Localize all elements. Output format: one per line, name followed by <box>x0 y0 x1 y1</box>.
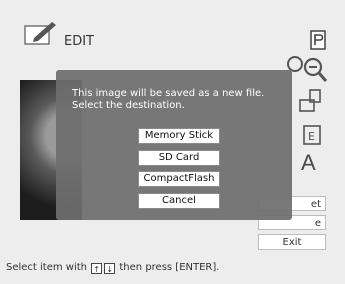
zoom-in-icon[interactable] <box>302 56 328 84</box>
compactflash-button[interactable]: CompactFlash <box>138 171 220 187</box>
print-icon[interactable] <box>310 30 326 50</box>
save-destination-dialog: This image will be saved as a new file. … <box>56 70 292 220</box>
sd-card-button[interactable]: SD Card <box>138 150 220 166</box>
status-hint: Select item with ↑ ↓ then press [ENTER]. <box>6 262 219 274</box>
font-icon[interactable]: A <box>301 152 316 174</box>
status-prefix: Select item with <box>6 262 88 273</box>
edit-screen: EDIT E A et e Exit Select item with ↑ ↓ t… <box>0 0 345 284</box>
memory-stick-button[interactable]: Memory Stick <box>138 128 220 144</box>
rotate-icon[interactable] <box>296 88 324 114</box>
exit-button[interactable]: Exit <box>258 234 326 250</box>
page-title: EDIT <box>64 34 94 49</box>
text-edit-icon[interactable]: E <box>300 122 326 148</box>
status-suffix: then press [ENTER]. <box>119 262 220 273</box>
pencil-icon <box>24 22 56 45</box>
arrow-up-key-icon: ↑ <box>91 263 103 274</box>
svg-text:E: E <box>308 130 315 143</box>
cancel-button[interactable]: Cancel <box>138 193 220 209</box>
dialog-message: This image will be saved as a new file. … <box>72 88 265 111</box>
arrow-down-key-icon: ↓ <box>104 263 116 274</box>
